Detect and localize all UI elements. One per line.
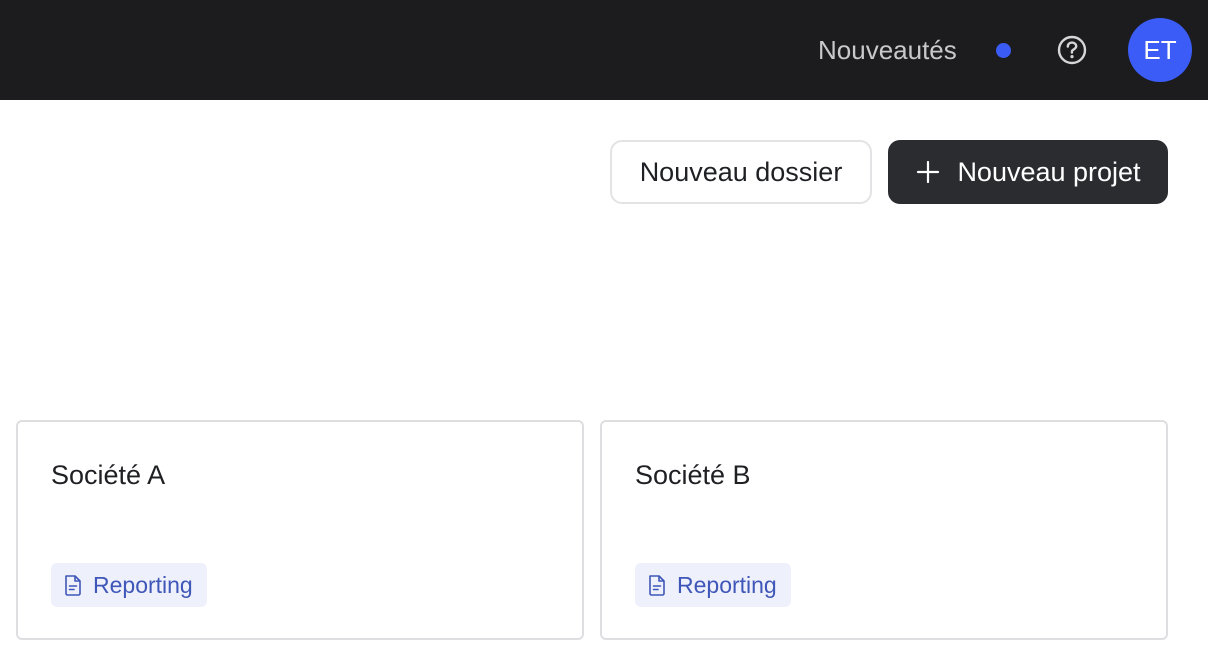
plus-icon [915, 159, 941, 185]
project-title: Société A [51, 460, 166, 490]
news-unread-dot [996, 43, 1011, 58]
new-project-button[interactable]: Nouveau projet [888, 140, 1168, 204]
project-tag: Reporting [51, 563, 207, 607]
project-card[interactable]: Société B Reporting [600, 420, 1168, 640]
help-circle-icon [1057, 35, 1087, 65]
top-navigation-bar: Nouveautés ET [0, 0, 1208, 100]
project-tag: Reporting [635, 563, 791, 607]
document-icon [63, 574, 83, 596]
project-title: Société B [635, 460, 751, 490]
new-folder-label: Nouveau dossier [639, 156, 843, 187]
new-folder-button[interactable]: Nouveau dossier [610, 140, 872, 204]
new-project-label: Nouveau projet [957, 156, 1141, 187]
news-link[interactable]: Nouveautés [818, 30, 957, 70]
project-tag-label: Reporting [93, 571, 193, 598]
user-avatar[interactable]: ET [1128, 18, 1192, 82]
document-icon [647, 574, 667, 596]
help-button[interactable] [1055, 33, 1089, 67]
project-tag-label: Reporting [677, 571, 777, 598]
project-card[interactable]: Société A Reporting [16, 420, 584, 640]
